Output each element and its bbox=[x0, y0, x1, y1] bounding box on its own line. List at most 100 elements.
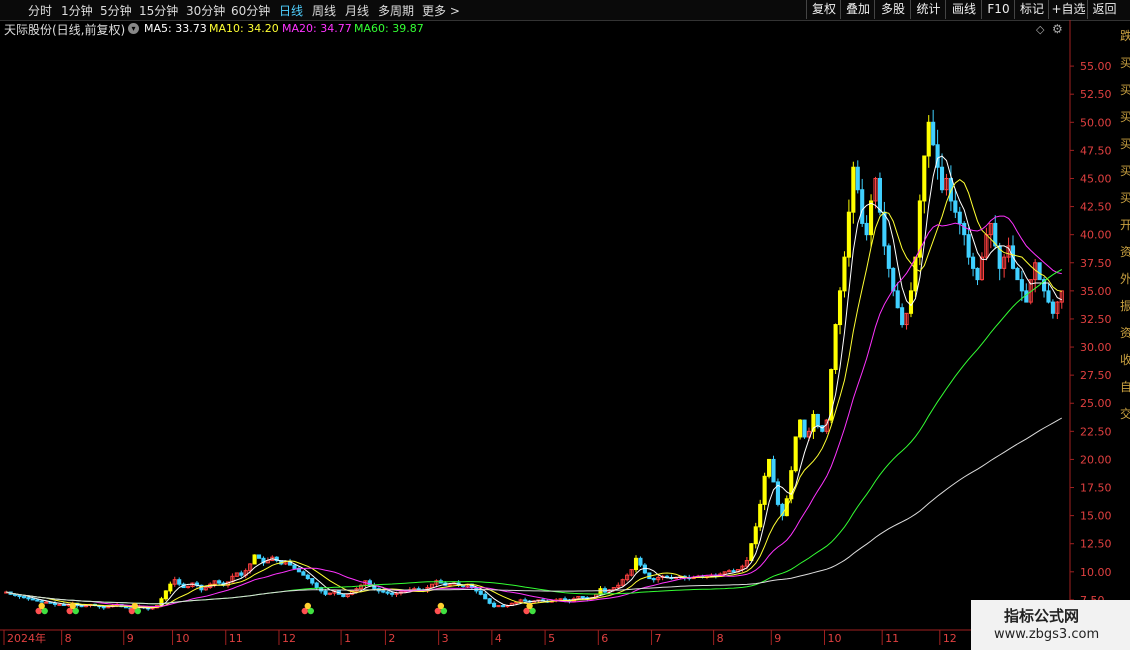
y-tick-label-0: 55.00 bbox=[1080, 60, 1112, 73]
x-tick-label-10: 5 bbox=[548, 632, 555, 645]
candle-body-190 bbox=[846, 211, 851, 258]
candle-body-56 bbox=[252, 554, 257, 565]
x-tick-label-16: 11 bbox=[885, 632, 899, 645]
ma120-line bbox=[6, 417, 1063, 605]
candle-body-109 bbox=[487, 598, 492, 604]
candle-body-195 bbox=[869, 200, 874, 236]
candle-body-230 bbox=[1024, 290, 1029, 303]
candle-body-192 bbox=[855, 166, 860, 191]
candle-body-87 bbox=[390, 592, 395, 595]
candle-body-197 bbox=[877, 177, 882, 213]
candle-body-205 bbox=[913, 256, 918, 292]
candle-body-69 bbox=[310, 578, 315, 584]
y-tick-label-4: 45.00 bbox=[1080, 172, 1112, 185]
candle-body-37 bbox=[168, 583, 173, 592]
candle-body-67 bbox=[301, 571, 306, 576]
x-tick-label-9: 4 bbox=[495, 632, 502, 645]
x-tick-label-2: 9 bbox=[127, 632, 134, 645]
candle-body-209 bbox=[931, 121, 936, 146]
signal-yellow-0 bbox=[38, 602, 45, 610]
y-tick-label-12: 25.00 bbox=[1080, 397, 1112, 410]
x-tick-label-14: 9 bbox=[774, 632, 781, 645]
side-char-4: 买 bbox=[1120, 137, 1130, 151]
candle-body-108 bbox=[483, 593, 488, 600]
signal-yellow-5 bbox=[526, 602, 533, 610]
candle-body-11 bbox=[52, 602, 58, 605]
y-tick-label-15: 17.50 bbox=[1080, 482, 1112, 495]
candle-body-199 bbox=[886, 245, 891, 269]
candle-body-6 bbox=[30, 598, 35, 601]
side-char-13: 自 bbox=[1120, 380, 1130, 394]
candle-body-211 bbox=[939, 166, 945, 191]
candle-body-53 bbox=[239, 572, 244, 576]
side-char-1: 买 bbox=[1120, 56, 1130, 70]
candle-body-76 bbox=[341, 593, 346, 598]
y-tick-label-9: 32.50 bbox=[1080, 313, 1112, 326]
x-tick-label-17: 12 bbox=[943, 632, 957, 645]
candle-body-110 bbox=[492, 602, 497, 608]
x-tick-label-6: 1 bbox=[344, 632, 351, 645]
side-char-0: 跌 bbox=[1120, 28, 1130, 43]
y-tick-label-13: 22.50 bbox=[1080, 425, 1112, 438]
side-char-14: 交 bbox=[1120, 406, 1130, 421]
x-tick-label-15: 10 bbox=[828, 632, 842, 645]
candle-body-228 bbox=[1015, 267, 1020, 281]
candle-body-235 bbox=[1046, 290, 1051, 303]
side-char-12: 收 bbox=[1120, 353, 1130, 367]
candle-body-172 bbox=[767, 458, 772, 477]
candle-body-170 bbox=[758, 503, 763, 528]
candle-body-126 bbox=[562, 598, 568, 601]
candle-body-22 bbox=[101, 606, 106, 609]
candle-body-117 bbox=[523, 599, 528, 602]
watermark-title: 指标公式网 bbox=[1004, 607, 1080, 625]
y-tick-label-5: 42.50 bbox=[1080, 201, 1112, 214]
candle-body-4 bbox=[21, 596, 27, 599]
ma5-line bbox=[6, 155, 1063, 609]
candle-body-3 bbox=[17, 594, 22, 598]
candle-body-191 bbox=[851, 166, 856, 213]
candle-body-72 bbox=[323, 590, 328, 595]
candle-body-85 bbox=[381, 590, 386, 593]
y-tick-label-10: 30.00 bbox=[1080, 341, 1112, 354]
watermark-url: www.zbgs3.com bbox=[994, 627, 1100, 642]
y-tick-label-16: 15.00 bbox=[1080, 510, 1112, 523]
candle-body-233 bbox=[1037, 262, 1042, 281]
x-tick-label-11: 6 bbox=[601, 632, 608, 645]
y-tick-label-3: 47.50 bbox=[1080, 144, 1112, 157]
candle-body-217 bbox=[966, 234, 971, 258]
candle-body-187 bbox=[833, 324, 838, 371]
candle-body-5 bbox=[26, 597, 31, 600]
candle-body-36 bbox=[163, 590, 168, 600]
x-tick-label-1: 8 bbox=[65, 632, 72, 645]
candle-body-215 bbox=[957, 211, 962, 224]
candle-body-48 bbox=[217, 580, 222, 584]
ma20-line bbox=[6, 215, 1062, 608]
side-char-3: 买 bbox=[1120, 110, 1130, 124]
candle-body-193 bbox=[860, 189, 865, 224]
candle-body-86 bbox=[385, 591, 390, 594]
candlestick-chart[interactable]: 55.00 52.50 50.00 47.50 45.00 42.50 40.00 37.50… bbox=[0, 0, 1130, 650]
x-tick-label-8: 3 bbox=[442, 632, 449, 645]
candle-body-130 bbox=[580, 596, 585, 599]
candle-body-183 bbox=[815, 413, 820, 427]
candle-body-168 bbox=[749, 543, 754, 562]
candle-body-107 bbox=[478, 590, 483, 595]
candle-body-201 bbox=[895, 290, 900, 309]
candle-body-146 bbox=[651, 578, 656, 581]
candle-body-7 bbox=[35, 599, 40, 602]
signal-yellow-4 bbox=[437, 602, 445, 610]
candle-body-143 bbox=[638, 557, 643, 566]
candle-body-189 bbox=[842, 256, 847, 292]
x-tick-label-7: 2 bbox=[388, 632, 395, 645]
x-tick-label-12: 7 bbox=[655, 632, 662, 645]
x-tick-label-3: 10 bbox=[176, 632, 190, 645]
candle-body-8 bbox=[39, 600, 44, 603]
side-char-7: 开 bbox=[1120, 218, 1130, 232]
candle-body-204 bbox=[908, 290, 914, 314]
y-tick-label-6: 40.00 bbox=[1080, 229, 1112, 242]
y-tick-label-17: 12.50 bbox=[1080, 538, 1112, 551]
candle-body-208 bbox=[926, 121, 931, 157]
candle-body-180 bbox=[802, 419, 807, 438]
candle-body-194 bbox=[864, 222, 869, 236]
candle-body-198 bbox=[882, 211, 887, 247]
